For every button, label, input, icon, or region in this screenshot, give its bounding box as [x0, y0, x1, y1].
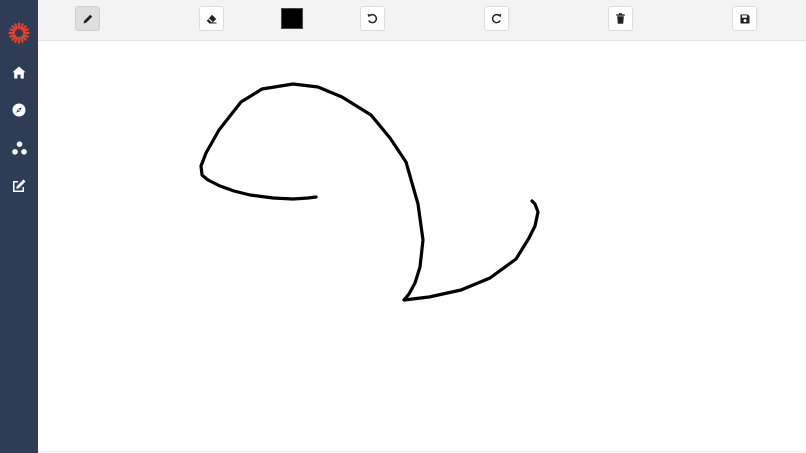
home-icon [12, 66, 26, 78]
pencil-tool-button[interactable] [75, 6, 100, 31]
network-icon [11, 141, 27, 155]
sidebar-item-network[interactable] [0, 137, 38, 159]
undo-icon [367, 13, 378, 24]
pen-tool-icon [12, 179, 25, 192]
sidebar-item-draw[interactable] [0, 175, 38, 197]
save-button[interactable] [732, 6, 757, 31]
drawing-surface [199, 82, 540, 302]
eraser-icon [206, 14, 217, 23]
redo-button[interactable] [484, 6, 509, 31]
trash-icon [616, 13, 625, 24]
drawing-canvas[interactable] [38, 42, 806, 452]
redo-icon [491, 13, 502, 24]
sidebar-item-explore[interactable] [0, 99, 38, 121]
color-picker[interactable] [281, 8, 303, 29]
sidebar [0, 0, 38, 453]
compass-icon [12, 103, 26, 117]
eraser-tool-button[interactable] [199, 6, 224, 31]
pencil-icon [83, 14, 92, 23]
drawing-toolbar [38, 0, 806, 41]
save-icon [740, 14, 749, 23]
undo-button[interactable] [360, 6, 385, 31]
clear-canvas-button[interactable] [608, 6, 633, 31]
sidebar-item-home[interactable] [0, 61, 38, 83]
app-logo[interactable] [8, 22, 30, 44]
sunburst-logo-icon [8, 22, 30, 44]
drawn-stroke [199, 82, 540, 302]
